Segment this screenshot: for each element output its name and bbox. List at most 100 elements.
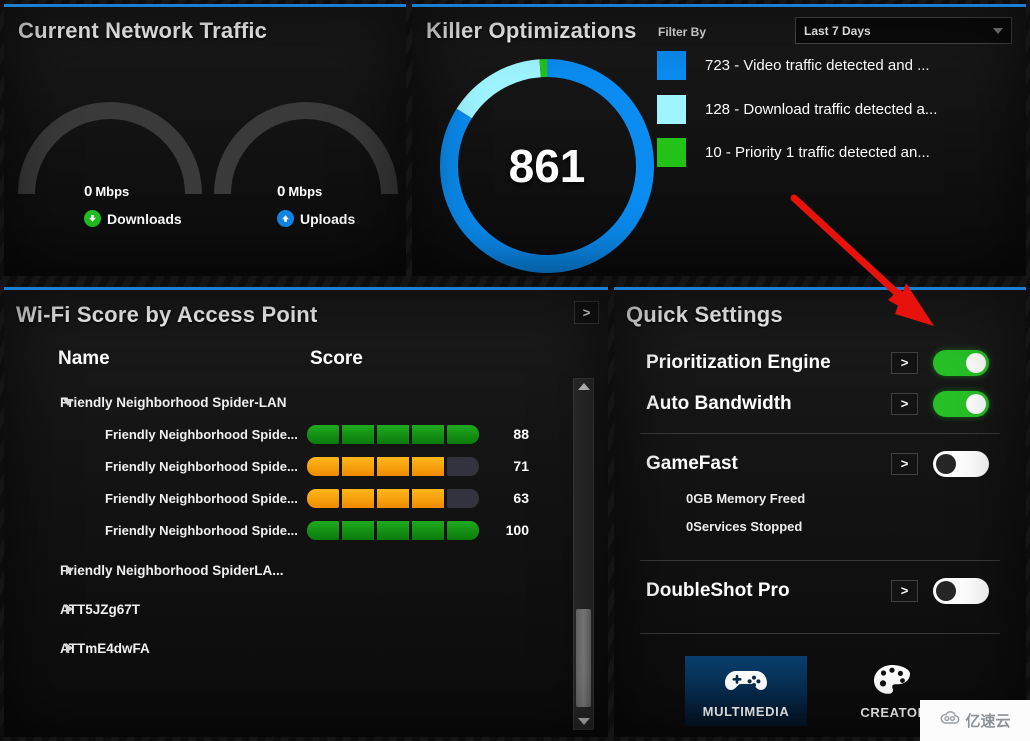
panel-title-killer: Killer Optimizations bbox=[426, 18, 637, 43]
score-value: 88 bbox=[513, 426, 529, 442]
tree-group-row[interactable]: Friendly Neighborhood Spider-LAN bbox=[4, 386, 574, 418]
chevron-right-icon[interactable] bbox=[66, 565, 73, 575]
tree-node-label: Friendly Neighborhood Spide... bbox=[105, 458, 298, 474]
tree-child-row[interactable]: Friendly Neighborhood Spide... 71 bbox=[4, 450, 574, 482]
scroll-down-arrow-icon[interactable] bbox=[574, 714, 593, 729]
watermark-text: 亿速云 bbox=[965, 712, 1011, 730]
legend-item-video[interactable]: 723 - Video traffic detected and ... bbox=[657, 51, 930, 80]
score-value: 71 bbox=[513, 458, 529, 474]
setting-label: GameFast bbox=[646, 452, 738, 474]
dashboard-root: Current Network Traffic 0 Mbps Downloads … bbox=[0, 0, 1030, 741]
divider bbox=[640, 560, 1000, 561]
wifi-access-point-tree: Friendly Neighborhood Spider-LAN Friendl… bbox=[4, 386, 574, 664]
download-label: Downloads bbox=[107, 210, 182, 227]
score-bar bbox=[307, 456, 479, 476]
score-bar bbox=[307, 520, 479, 540]
legend-swatch-priority bbox=[657, 138, 686, 167]
profile-label: CREATOR bbox=[860, 704, 928, 720]
setting-row-prioritization-engine: Prioritization Engine > bbox=[614, 342, 1026, 383]
divider bbox=[640, 433, 1000, 434]
tree-child-row[interactable]: Friendly Neighborhood Spide... 63 bbox=[4, 482, 574, 514]
scroll-up-arrow-icon[interactable] bbox=[574, 379, 593, 394]
chevron-right-icon[interactable] bbox=[66, 643, 73, 653]
arrow-up-circle-icon bbox=[277, 210, 294, 227]
legend-label-video: 723 - Video traffic detected and ... bbox=[705, 57, 930, 74]
filter-by-dropdown[interactable]: Last 7 Days bbox=[795, 17, 1012, 44]
tree-group-row[interactable]: Friendly Neighborhood SpiderLA... bbox=[4, 554, 574, 586]
download-meta: 0 Mbps Downloads bbox=[84, 183, 182, 227]
gamepad-icon bbox=[722, 664, 770, 701]
setting-toggle[interactable] bbox=[933, 349, 989, 376]
upload-unit: Mbps bbox=[288, 184, 323, 199]
quick-settings-list: Prioritization Engine > Auto Bandwidth >… bbox=[614, 342, 1026, 643]
upload-label: Uploads bbox=[300, 210, 356, 227]
setting-toggle[interactable] bbox=[933, 577, 989, 604]
legend-swatch-download bbox=[657, 95, 686, 124]
filter-by-value: Last 7 Days bbox=[804, 23, 871, 38]
panel-wifi-score: Wi-Fi Score by Access Point > Name Score… bbox=[4, 287, 608, 737]
panel-current-network-traffic: Current Network Traffic 0 Mbps Downloads … bbox=[4, 4, 406, 276]
palette-icon bbox=[871, 663, 917, 702]
chevron-down-icon bbox=[993, 27, 1003, 34]
tree-node-label: Friendly Neighborhood Spide... bbox=[105, 426, 298, 442]
legend-label-priority: 10 - Priority 1 traffic detected an... bbox=[705, 144, 930, 161]
upload-value: 0 Mbps bbox=[277, 183, 355, 200]
arrow-down-circle-icon bbox=[84, 210, 101, 227]
chevron-right-icon[interactable] bbox=[66, 604, 73, 614]
download-unit: Mbps bbox=[95, 184, 130, 199]
setting-label: Auto Bandwidth bbox=[646, 392, 792, 414]
scrollbar-thumb[interactable] bbox=[576, 609, 591, 707]
setting-row-gamefast: GameFast > bbox=[614, 443, 1026, 484]
legend-item-download[interactable]: 128 - Download traffic detected a... bbox=[657, 95, 937, 124]
chevron-down-icon[interactable] bbox=[63, 398, 73, 406]
score-value: 100 bbox=[505, 522, 529, 538]
cloud-icon bbox=[939, 710, 961, 731]
setting-toggle[interactable] bbox=[933, 390, 989, 417]
legend-item-priority[interactable]: 10 - Priority 1 traffic detected an... bbox=[657, 138, 930, 167]
panel-killer-optimizations: Killer Optimizations Filter By Last 7 Da… bbox=[412, 4, 1026, 276]
setting-detail-button[interactable]: > bbox=[891, 579, 918, 602]
upload-meta: 0 Mbps Uploads bbox=[277, 183, 355, 227]
legend-swatch-video bbox=[657, 51, 686, 80]
setting-detail-button[interactable]: > bbox=[891, 452, 918, 475]
setting-row-auto-bandwidth: Auto Bandwidth > bbox=[614, 383, 1026, 424]
download-number: 0 bbox=[84, 183, 93, 200]
watermark: 亿速云 bbox=[920, 700, 1030, 741]
panel-quick-settings: Quick Settings Prioritization Engine > A… bbox=[614, 287, 1026, 737]
column-header-score: Score bbox=[310, 348, 363, 369]
download-value: 0 Mbps bbox=[84, 183, 182, 200]
tree-node-label: ATTmE4dwFA bbox=[60, 640, 150, 656]
column-header-name: Name bbox=[58, 348, 110, 369]
wifi-scrollbar[interactable] bbox=[573, 378, 594, 730]
tree-node-label: Friendly Neighborhood Spide... bbox=[105, 522, 298, 538]
legend-label-download: 128 - Download traffic detected a... bbox=[705, 101, 938, 118]
panel-title-traffic: Current Network Traffic bbox=[18, 18, 268, 43]
panel-title-quick-settings: Quick Settings bbox=[626, 302, 783, 327]
wifi-table-header: Name Score bbox=[4, 348, 608, 376]
setting-row-doubleshot-pro: DoubleShot Pro > bbox=[614, 570, 1026, 611]
tree-child-row[interactable]: Friendly Neighborhood Spide... 88 bbox=[4, 418, 574, 450]
tree-group-row[interactable]: ATT5JZg67T bbox=[4, 593, 574, 625]
tree-node-label: Friendly Neighborhood Spider-LAN bbox=[60, 394, 287, 410]
panel-title-wifi: Wi-Fi Score by Access Point bbox=[16, 302, 318, 327]
score-bar bbox=[307, 424, 479, 444]
setting-detail-button[interactable]: > bbox=[891, 392, 918, 415]
donut-center-value: 861 bbox=[508, 140, 586, 192]
score-value: 63 bbox=[513, 490, 529, 506]
gamefast-services-stopped: 0Services Stopped bbox=[686, 518, 803, 534]
filter-by-label: Filter By bbox=[658, 25, 707, 39]
tree-group-row[interactable]: ATTmE4dwFA bbox=[4, 632, 574, 664]
setting-label: Prioritization Engine bbox=[646, 351, 831, 373]
tree-node-label: Friendly Neighborhood SpiderLA... bbox=[60, 562, 284, 578]
profile-multimedia[interactable]: MULTIMEDIA bbox=[685, 656, 807, 726]
divider bbox=[640, 633, 1000, 634]
tree-child-row[interactable]: Friendly Neighborhood Spide... 100 bbox=[4, 514, 574, 546]
upload-number: 0 bbox=[277, 183, 286, 200]
score-bar bbox=[307, 488, 479, 508]
setting-detail-button[interactable]: > bbox=[891, 351, 918, 374]
setting-toggle[interactable] bbox=[933, 450, 989, 477]
profile-label: MULTIMEDIA bbox=[702, 703, 790, 719]
setting-label: DoubleShot Pro bbox=[646, 579, 790, 601]
wifi-expand-button[interactable]: > bbox=[574, 301, 599, 324]
optimizations-donut-chart: 861 bbox=[432, 51, 662, 276]
